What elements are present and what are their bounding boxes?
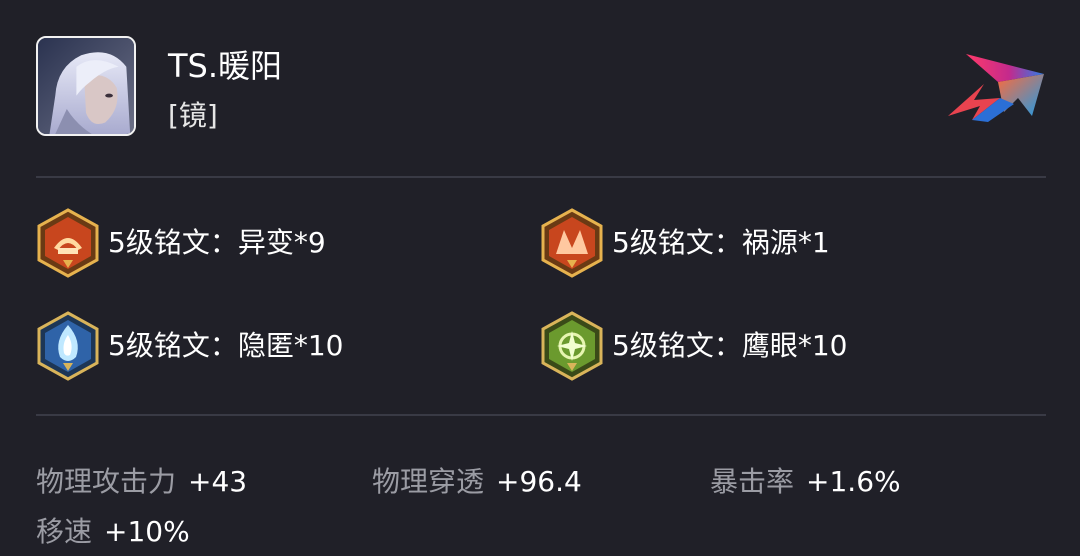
stat-value: +1.6% bbox=[806, 465, 901, 498]
rune-green-icon bbox=[540, 311, 604, 381]
rune-item[interactable]: 5级铭文：隐匿*10 bbox=[36, 311, 343, 381]
rune-red-icon bbox=[36, 208, 100, 278]
rune-item[interactable]: 5级铭文：祸源*1 bbox=[540, 208, 830, 278]
divider bbox=[36, 414, 1046, 416]
hero-avatar[interactable] bbox=[36, 36, 136, 136]
rune-label: 5级铭文：祸源*1 bbox=[612, 226, 830, 259]
rune-label: 5级铭文：异变*9 bbox=[108, 226, 326, 259]
stat-name: 物理攻击力 bbox=[36, 465, 177, 498]
stat-value: +10% bbox=[104, 515, 190, 548]
player-name: TS.暖阳 bbox=[168, 47, 283, 85]
stat-name: 物理穿透 bbox=[372, 465, 485, 498]
stat-name: 暴击率 bbox=[710, 465, 795, 498]
stat-value: +43 bbox=[188, 465, 248, 498]
hero-name: [镜] bbox=[168, 99, 218, 132]
stat-crit-rate: 暴击率 +1.6% bbox=[710, 464, 901, 500]
stat-name: 移速 bbox=[36, 515, 93, 548]
rune-item[interactable]: 5级铭文：鹰眼*10 bbox=[540, 311, 847, 381]
rune-red-icon bbox=[540, 208, 604, 278]
rune-label: 5级铭文：鹰眼*10 bbox=[612, 329, 848, 362]
stat-physical-penetration: 物理穿透 +96.4 bbox=[372, 464, 582, 500]
stat-physical-attack: 物理攻击力 +43 bbox=[36, 464, 247, 500]
rune-item[interactable]: 5级铭文：异变*9 bbox=[36, 208, 326, 278]
rune-label: 5级铭文：隐匿*10 bbox=[108, 329, 344, 362]
stat-move-speed: 移速 +10% bbox=[36, 514, 190, 550]
divider bbox=[36, 176, 1046, 178]
stat-value: +96.4 bbox=[496, 465, 582, 498]
rune-blue-icon bbox=[36, 311, 100, 381]
game-logo-icon bbox=[948, 54, 1044, 122]
hero-portrait-icon bbox=[38, 38, 134, 134]
